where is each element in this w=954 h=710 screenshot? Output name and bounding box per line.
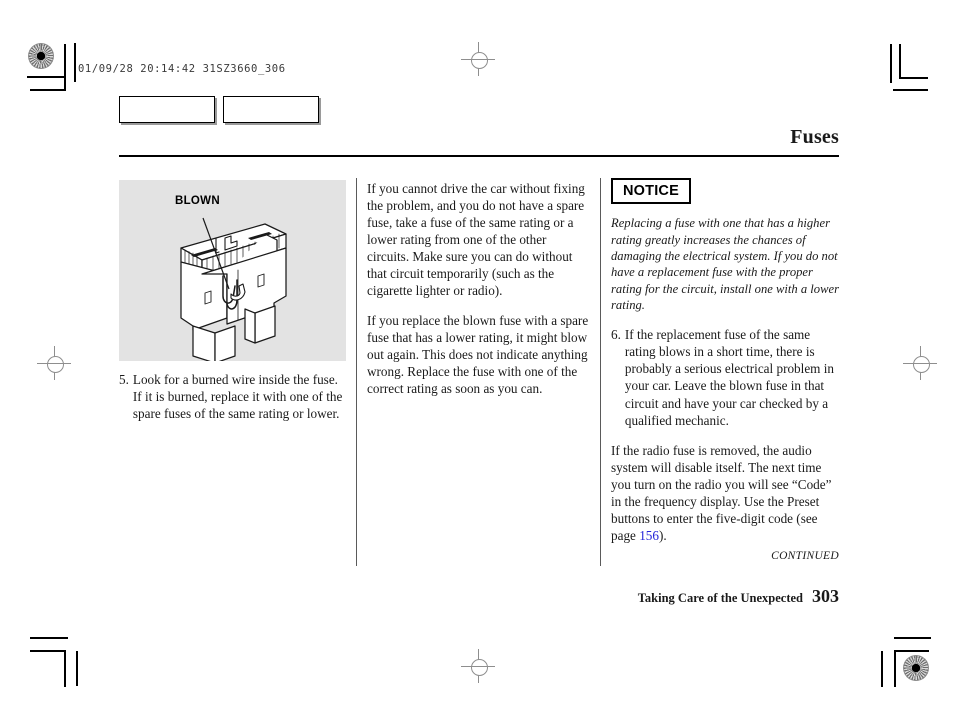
registration-crosshair-left-center bbox=[37, 346, 71, 380]
step-6-number: 6. bbox=[611, 327, 621, 343]
footer-page-number: 303 bbox=[812, 586, 839, 606]
registration-target-bottom-right bbox=[903, 655, 929, 681]
registration-crosshair-top-center bbox=[461, 42, 495, 76]
crop-mark-top-right-vertical bbox=[890, 44, 892, 83]
crop-mark-bottom-right-vertical bbox=[881, 651, 883, 687]
crop-mark-bottom-left-horizontal bbox=[30, 637, 68, 639]
notice-body-text: Replacing a fuse with one that has a hig… bbox=[611, 216, 839, 313]
notice-heading: NOTICE bbox=[623, 183, 679, 199]
column-divider-left bbox=[356, 178, 357, 566]
step-6-text: If the replacement fuse of the same rati… bbox=[624, 327, 834, 428]
crop-mark-bottom-left-inner-horizontal bbox=[30, 650, 65, 652]
crop-mark-top-left-inner-horizontal bbox=[30, 89, 65, 91]
crop-mark-bottom-left-vertical bbox=[64, 650, 66, 687]
crop-mark-top-right-horizontal bbox=[899, 77, 928, 79]
title-divider-rule bbox=[119, 155, 839, 157]
right-column: NOTICE Replacing a fuse with one that ha… bbox=[611, 178, 839, 544]
crop-mark-top-right-inner-vertical bbox=[899, 44, 901, 78]
page-footer: Taking Care of the Unexpected 303 bbox=[638, 586, 839, 607]
header-tab-box-2 bbox=[223, 96, 319, 123]
crop-mark-top-left-inner-vertical bbox=[74, 43, 76, 82]
column-divider-right bbox=[600, 178, 601, 566]
radio-fuse-paragraph: If the radio fuse is removed, the audio … bbox=[611, 442, 839, 544]
page-reference-link[interactable]: 156 bbox=[639, 528, 659, 543]
footer-chapter-title: Taking Care of the Unexpected bbox=[637, 591, 803, 605]
step-5: 5. Look for a burned wire inside the fus… bbox=[119, 371, 347, 422]
middle-paragraph-1: If you cannot drive the car without fixi… bbox=[367, 181, 585, 299]
step-5-text: Look for a burned wire inside the fuse. … bbox=[132, 372, 343, 422]
crop-mark-bottom-left-inner-vertical bbox=[76, 651, 78, 686]
middle-column: If you cannot drive the car without fixi… bbox=[367, 180, 589, 397]
crop-mark-bottom-right-horizontal bbox=[894, 637, 931, 639]
scan-timestamp-stamp: 01/09/28 20:14:42 31SZ3660_306 bbox=[78, 63, 286, 75]
middle-paragraph-2: If you replace the blown fuse with a spa… bbox=[367, 313, 589, 397]
blown-fuse-illustration bbox=[180, 217, 287, 361]
registration-crosshair-right-center bbox=[903, 346, 937, 380]
step-6: 6. If the replacement fuse of the same r… bbox=[611, 326, 839, 428]
left-column: 5. Look for a burned wire inside the fus… bbox=[119, 371, 347, 422]
header-tab-box-1 bbox=[119, 96, 215, 123]
registration-crosshair-bottom-center bbox=[461, 649, 495, 683]
crop-mark-bottom-right-inner-horizontal bbox=[894, 650, 929, 652]
page-title: Fuses bbox=[790, 126, 839, 148]
step-5-number: 5. bbox=[119, 372, 129, 387]
figure-callout-blown: BLOWN bbox=[175, 195, 220, 207]
continued-label: CONTINUED bbox=[771, 550, 839, 562]
header-tab-boxes bbox=[119, 96, 319, 123]
crop-mark-top-left-vertical bbox=[64, 44, 66, 91]
radio-paragraph-tail: ). bbox=[658, 527, 667, 543]
crop-mark-top-right-inner-horizontal bbox=[893, 89, 928, 91]
crop-mark-top-left-horizontal bbox=[27, 76, 65, 78]
notice-box: NOTICE bbox=[611, 178, 691, 205]
figure-blown-fuse: BLOWN bbox=[119, 180, 346, 361]
crop-mark-bottom-right-inner-vertical bbox=[894, 650, 896, 687]
registration-target-top-left bbox=[28, 43, 54, 69]
